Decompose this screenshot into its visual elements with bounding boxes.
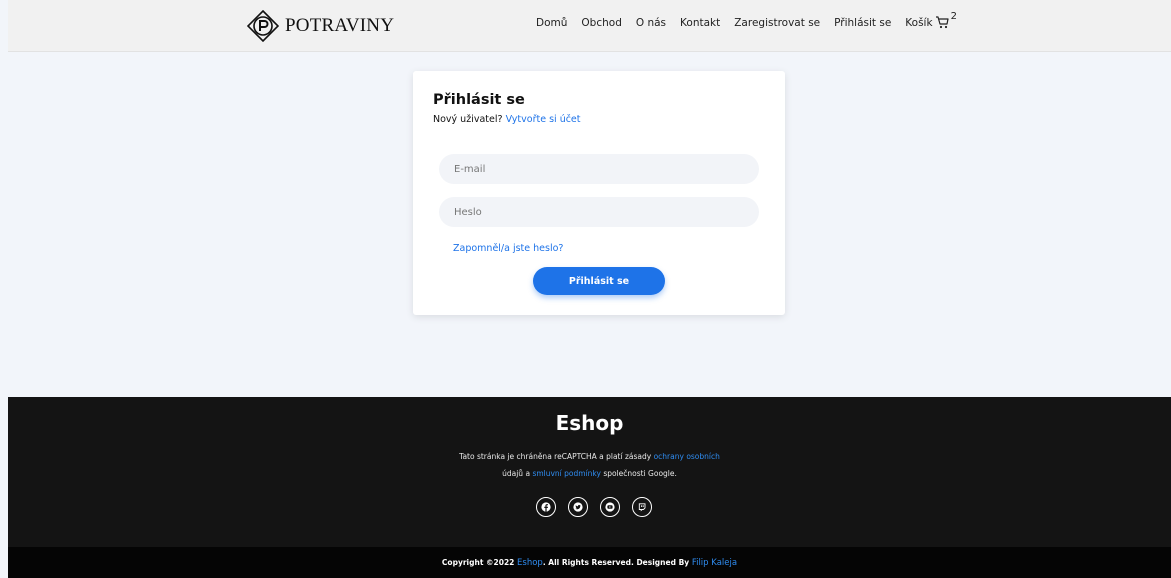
recaptcha-line2-pre: údajů (502, 469, 524, 478)
create-account-link[interactable]: Vytvořte si účet (506, 114, 581, 125)
cart-count-badge: 2 (950, 11, 957, 22)
email-input[interactable] (439, 154, 759, 184)
twitter-icon[interactable] (568, 497, 588, 517)
page: POTRAVINY Domů Obchod O nás Kontakt Zare… (8, 0, 1171, 578)
twitch-icon[interactable] (632, 497, 652, 517)
login-title: Přihlásit se (433, 92, 525, 108)
footer: Eshop Tato stránka je chráněna reCAPTCHA… (8, 397, 1171, 547)
new-user-text: Nový uživatel? (433, 114, 503, 125)
diamond-p-logo-icon (247, 10, 279, 42)
brand-link[interactable]: POTRAVINY (247, 10, 394, 42)
password-input[interactable] (439, 197, 759, 227)
facebook-icon[interactable] (536, 497, 556, 517)
recaptcha-notice: Tato stránka je chráněna reCAPTCHA a pla… (8, 448, 1171, 482)
navbar: POTRAVINY Domů Obchod O nás Kontakt Zare… (8, 0, 1171, 52)
social-links (536, 497, 652, 517)
nav-item-shop[interactable]: Obchod (581, 17, 621, 29)
login-button[interactable]: Přihlásit se (533, 267, 665, 295)
brand-name: POTRAVINY (285, 15, 395, 36)
copyright-author-link[interactable]: Filip Kaleja (692, 558, 737, 568)
privacy-policy-link[interactable]: ochrany osobních (654, 452, 720, 461)
nav-item-register[interactable]: Zaregistrovat se (734, 17, 820, 29)
footer-title: Eshop (555, 411, 624, 435)
cart-label: Košík (905, 17, 933, 29)
cart-icon (935, 16, 949, 32)
nav-item-login[interactable]: Přihlásit se (834, 17, 891, 29)
recaptcha-text: Tato stránka je chráněna reCAPTCHA a pla… (459, 452, 652, 461)
copyright-text-pre: Copyright ©2022 (441, 558, 515, 567)
recaptcha-line2-and: a (525, 469, 531, 478)
terms-link[interactable]: smluvní podmínky (532, 469, 600, 478)
main-nav: Domů Obchod O nás Kontakt Zaregistrovat … (536, 11, 957, 32)
nav-item-about[interactable]: O nás (636, 17, 666, 29)
copyright-bar: Copyright ©2022 Eshop. All Rights Reserv… (8, 547, 1171, 578)
nav-item-home[interactable]: Domů (536, 17, 567, 29)
copyright-text-mid: . All Rights Reserved. Designed By (542, 558, 690, 567)
recaptcha-line2-post: společnosti Google. (603, 469, 677, 478)
forgot-password-link[interactable]: Zapomněl/a jste heslo? (453, 243, 563, 254)
new-user-prompt: Nový uživatel? Vytvořte si účet (433, 114, 581, 125)
nav-item-cart[interactable]: Košík 2 (905, 11, 957, 32)
copyright-brand-link[interactable]: Eshop (517, 558, 543, 568)
login-card: Přihlásit se Nový uživatel? Vytvořte si … (413, 71, 785, 315)
youtube-icon[interactable] (600, 497, 620, 517)
nav-item-contact[interactable]: Kontakt (680, 17, 720, 29)
